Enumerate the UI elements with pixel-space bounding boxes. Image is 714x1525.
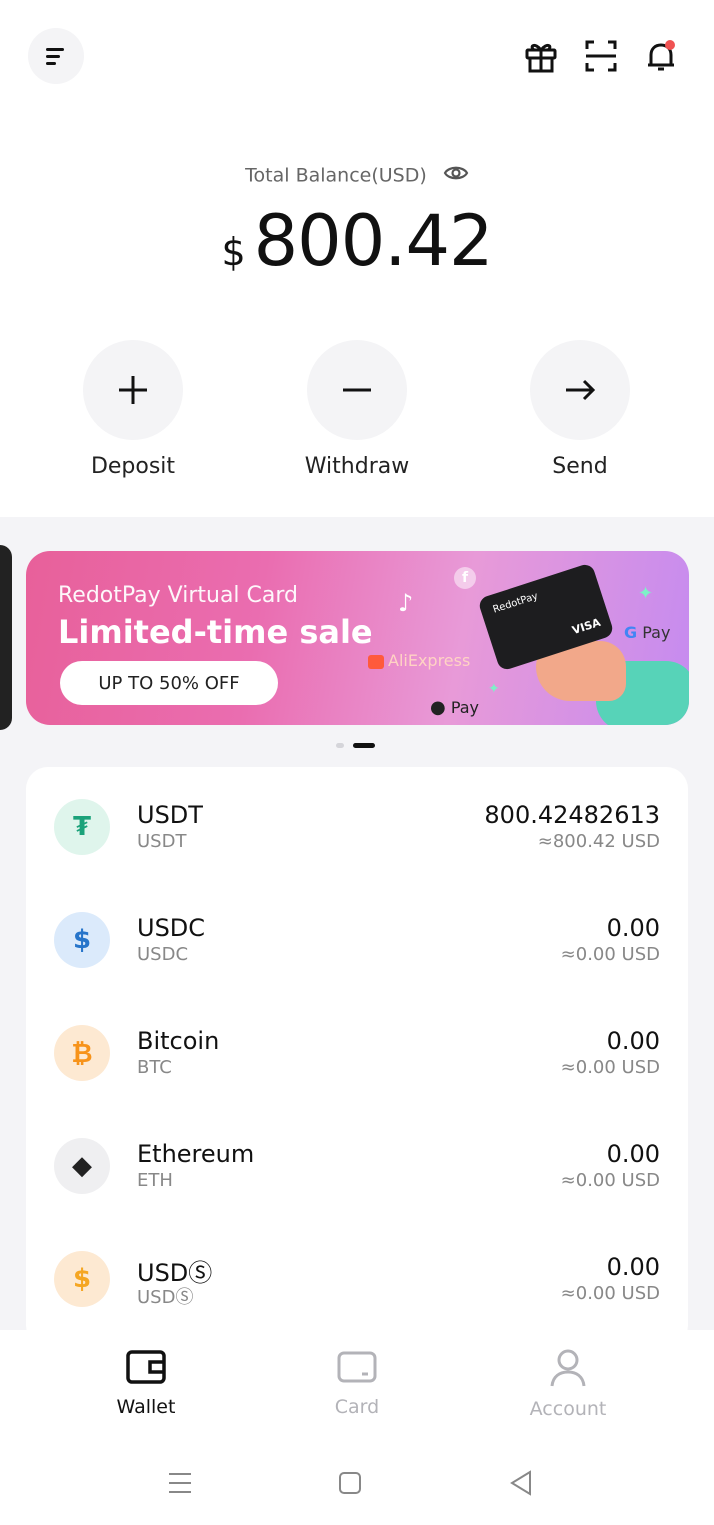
coin-icon: $ [54, 912, 110, 968]
carousel-indicator [336, 735, 376, 754]
balance-amount: 800.42 [253, 200, 494, 282]
scan-button[interactable] [579, 34, 623, 78]
asset-amount: 0.00 [606, 1027, 660, 1055]
asset-name: Bitcoin [137, 1027, 220, 1055]
withdraw-label: Withdraw [304, 454, 410, 479]
asset-row[interactable]: ◆ Ethereum ETH 0.00 ≈0.00 USD [26, 1106, 688, 1219]
coin-icon: ₮ [54, 799, 110, 855]
asset-symbol: USDC [137, 944, 189, 965]
home-button[interactable] [335, 1468, 365, 1498]
card-icon [337, 1351, 377, 1383]
send-label: Send [552, 454, 608, 479]
send-button[interactable]: Send [480, 340, 680, 479]
asset-name: Ethereum [137, 1140, 255, 1168]
asset-name: USDC [137, 914, 206, 942]
promo-banner[interactable]: RedotPay Virtual Card Limited-time sale … [26, 551, 689, 725]
asset-amount: 0.00 [606, 1140, 660, 1168]
asset-usd-value: ≈0.00 USD [560, 944, 660, 965]
balance-label: Total Balance(USD) [245, 164, 427, 187]
banner-cta[interactable]: UP TO 50% OFF [60, 661, 278, 705]
menu-button[interactable] [28, 28, 84, 84]
menu-icon [46, 48, 64, 65]
back-button[interactable] [506, 1468, 536, 1498]
balance-label-row: Total Balance(USD) [0, 163, 714, 188]
gift-button[interactable] [519, 34, 563, 78]
back-icon [510, 1470, 531, 1496]
asset-row[interactable]: ₮ USDT USDT 800.42482613 ≈800.42 USD [26, 767, 688, 880]
gift-icon [525, 43, 557, 73]
asset-usd-value: ≈0.00 USD [560, 1057, 660, 1078]
eye-icon[interactable] [443, 163, 469, 188]
asset-row[interactable]: ₿ Bitcoin BTC 0.00 ≈0.00 USD [26, 993, 688, 1106]
asset-amount: 0.00 [606, 914, 660, 942]
carousel-dot-active [353, 743, 376, 748]
bottom-tab-bar: Wallet Card Account [0, 1330, 714, 1430]
coin-icon: ₿ [54, 1025, 110, 1081]
minus-icon [307, 340, 407, 440]
asset-usd-value: ≈800.42 USD [537, 831, 660, 852]
coin-icon: ◆ [54, 1138, 110, 1194]
top-bar [0, 0, 714, 110]
notifications-button[interactable] [639, 34, 683, 78]
tab-wallet-label: Wallet [116, 1396, 176, 1418]
scan-icon [585, 40, 617, 72]
recent-apps-button[interactable] [165, 1468, 195, 1498]
coin-icon: $ [54, 1251, 110, 1307]
tab-card-label: Card [334, 1396, 380, 1418]
sparkle-icon: ✦ [638, 583, 654, 604]
carousel-dot [336, 743, 344, 748]
home-icon [339, 1472, 361, 1494]
user-icon [550, 1349, 586, 1387]
asset-amount: 0.00 [606, 1253, 660, 1281]
card-network: VISA [570, 615, 603, 638]
asset-usd-value: ≈0.00 USD [560, 1283, 660, 1304]
system-navigation-bar [0, 1440, 714, 1525]
recent-apps-icon [169, 1473, 191, 1493]
plus-icon [83, 340, 183, 440]
asset-symbol: ETH [137, 1170, 173, 1191]
card-brand-name: RedotPay [491, 590, 540, 616]
asset-name: USDT [137, 801, 203, 829]
total-balance: $800.42 [0, 200, 714, 282]
asset-symbol: BTC [137, 1057, 172, 1078]
arrow-right-icon [530, 340, 630, 440]
asset-row[interactable]: $ USDC USDC 0.00 ≈0.00 USD [26, 880, 688, 993]
deposit-button[interactable]: Deposit [33, 340, 233, 479]
asset-symbol: USDT [137, 831, 187, 852]
asset-symbol: USDⓈ [137, 1287, 194, 1308]
sparkle-icon: ✦ [488, 681, 500, 697]
banner-title: Limited-time sale [58, 613, 373, 651]
asset-usd-value: ≈0.00 USD [560, 1170, 660, 1191]
wallet-icon [126, 1350, 166, 1384]
google-pay-logo: G Pay [624, 623, 671, 642]
deposit-label: Deposit [90, 454, 176, 479]
withdraw-button[interactable]: Withdraw [257, 340, 457, 479]
banner-subtitle: RedotPay Virtual Card [58, 583, 299, 608]
tiktok-icon: ♪ [398, 589, 414, 617]
asset-row[interactable]: $ USDⓈ USDⓈ 0.00 ≈0.00 USD [26, 1219, 688, 1332]
apple-pay-logo: ● Pay [430, 697, 480, 718]
notification-dot [665, 40, 675, 50]
tab-account-label: Account [529, 1398, 607, 1420]
tab-card[interactable]: Card [277, 1348, 437, 1418]
facebook-icon: f [454, 567, 476, 589]
currency-symbol: $ [221, 230, 246, 274]
aliexpress-logo: AliExpress [368, 651, 470, 670]
previous-banner-peek[interactable] [0, 545, 12, 730]
asset-list: ₮ USDT USDT 800.42482613 ≈800.42 USD $ USDC USD… [26, 767, 688, 1347]
tab-wallet[interactable]: Wallet [66, 1348, 226, 1418]
tab-account[interactable]: Account [488, 1348, 648, 1420]
asset-amount: 800.42482613 [484, 801, 660, 829]
